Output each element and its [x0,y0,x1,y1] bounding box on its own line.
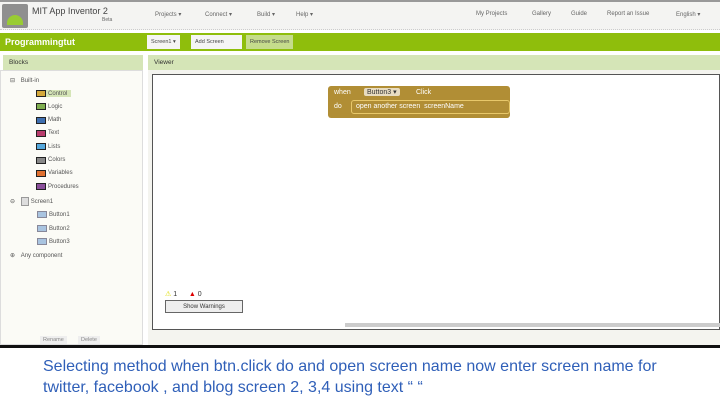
slide-caption: Selecting method when btn.click do and o… [43,358,657,396]
event-label: Click [416,89,432,96]
block-category-variables[interactable]: Variables [36,169,73,177]
language-select[interactable]: English ▾ [676,11,700,18]
category-color-icon [36,156,46,164]
warning-count: 1 [173,291,178,298]
menu-connect[interactable]: Connect ▾ [205,11,232,18]
component-button3[interactable]: Button3 [37,238,70,245]
param-label: screenName [424,103,464,110]
error-icon: ▲ [188,291,196,298]
category-label: Colors [48,157,66,163]
category-color-icon [36,116,46,124]
category-label: Procedures [48,183,79,190]
warning-indicator: ⚠ 1 ▲ 0 [165,290,202,298]
category-label: Text [48,130,60,137]
screen-icon [20,197,29,206]
category-color-icon [36,143,46,151]
rename-button[interactable]: Rename [40,336,67,344]
block-category-control[interactable]: Control [36,90,72,97]
collapse-icon[interactable]: ⊟ [10,77,15,84]
category-label: Control [48,90,68,97]
link-gallery[interactable]: Gallery [532,11,551,17]
link-guide[interactable]: Guide [571,11,587,17]
menu-projects[interactable]: Projects ▾ [155,11,181,18]
any-component-tree[interactable]: ⊕ Any component [10,252,62,260]
error-count: 0 [197,291,202,298]
category-color-icon [36,103,46,111]
block-category-text[interactable]: Text [36,129,60,137]
call-label: open another screen [356,103,421,110]
category-label: Math [48,117,62,124]
category-color-icon [36,183,46,191]
collapse-icon[interactable]: ⊖ [10,198,15,205]
open-another-screen-block[interactable]: open another screen screenName [351,100,510,114]
block-category-colors[interactable]: Colors [36,156,66,164]
block-category-lists[interactable]: Lists [36,143,61,151]
top-nav: MIT App Inventor 2 Beta Projects ▾ Conne… [0,0,720,30]
app-inventor-logo-icon[interactable] [2,4,28,28]
when-label: when [334,89,351,96]
component-button1[interactable]: Button1 [37,211,70,218]
menu-help[interactable]: Help ▾ [296,11,313,18]
category-color-icon [36,129,46,137]
category-color-icon [36,169,46,177]
component-dropdown[interactable]: Button3 ▾ [364,88,400,96]
built-in-tree[interactable]: ⊟ Built-in [10,77,39,85]
when-click-event-block[interactable]: when Button3 ▾ Click do open another scr… [328,86,510,118]
remove-screen-button[interactable]: Remove Screen [246,35,294,49]
beta-label: Beta [102,17,113,23]
block-category-logic[interactable]: Logic [36,103,63,111]
viewer-header: Viewer [148,55,720,70]
show-warnings-button[interactable]: Show Warnings [165,300,243,313]
do-label: do [334,103,342,110]
expand-icon[interactable]: ⊕ [10,252,15,259]
delete-button[interactable]: Delete [78,336,100,344]
button-icon [37,211,47,218]
project-toolbar [0,33,720,51]
link-my-projects[interactable]: My Projects [476,11,507,17]
horizontal-scrollbar[interactable] [345,323,720,327]
warning-icon: ⚠ [165,291,172,298]
category-label: Lists [48,143,61,150]
category-label: Variables [48,170,73,177]
screen-tree[interactable]: ⊖ Screen1 [10,197,53,206]
component-button2[interactable]: Button2 [37,225,70,232]
divider [0,345,720,348]
screen-select[interactable]: Screen1 ▾ [147,35,180,49]
category-color-icon [36,90,46,97]
block-category-procedures[interactable]: Procedures [36,183,79,191]
category-label: Logic [48,103,63,110]
link-report-issue[interactable]: Report an Issue [607,11,649,17]
blocks-header: Blocks [3,55,143,70]
button-icon [37,238,47,245]
project-name: Programmingtut [5,37,76,47]
block-category-math[interactable]: Math [36,116,62,124]
add-screen-button[interactable]: Add Screen [191,35,242,49]
button-icon [37,225,47,232]
menu-build[interactable]: Build ▾ [257,11,275,18]
app-title: MIT App Inventor 2 [32,6,108,16]
blocks-panel [0,70,143,345]
